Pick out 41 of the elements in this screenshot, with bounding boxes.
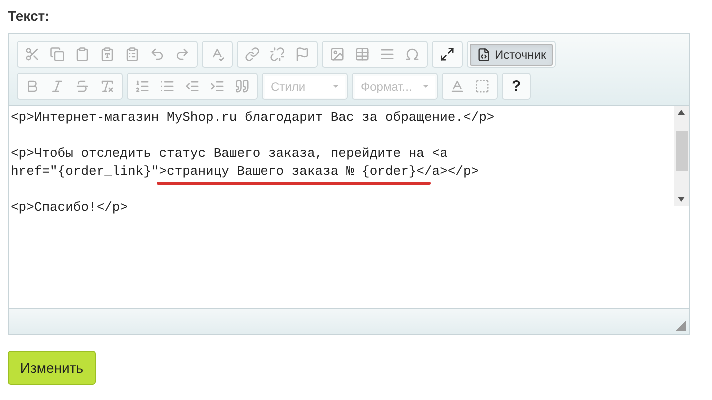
remove-format-icon — [100, 79, 115, 94]
horizontal-lines-icon — [380, 47, 395, 62]
code-line: <p>Интернет-магазин MyShop.ru благодарит Вас за обращение.</p> — [11, 109, 495, 127]
italic-icon — [50, 79, 65, 94]
quote-icon — [235, 79, 250, 94]
source-button[interactable]: Источник — [470, 44, 554, 66]
strikethrough-icon — [75, 79, 90, 94]
submit-button[interactable]: Изменить — [8, 351, 96, 385]
bullet-list-icon — [160, 79, 175, 94]
scissors-icon — [25, 47, 40, 62]
scroll-down-icon[interactable] — [678, 197, 685, 202]
redo-icon — [175, 47, 190, 62]
help-button[interactable]: ? — [505, 76, 528, 98]
source-icon — [477, 48, 491, 62]
caret-icon — [333, 85, 339, 88]
numbered-list-icon — [135, 79, 150, 94]
source-textarea[interactable]: <p>Интернет-магазин MyShop.ru благодарит Вас за обращение.</p> <p>Чтобы отследить статус Вашего заказа, перейдите на <a href="{order_link}">страницу Вашего заказа № {order}</a></p> <p>Спасибо!</p> — [9, 106, 674, 308]
code-line: <p>Чтобы отследить статус Вашего заказа, перейдите на <a — [11, 145, 448, 163]
image-icon — [330, 47, 345, 62]
bold-icon — [25, 79, 40, 94]
undo-icon — [150, 47, 165, 62]
flag-icon — [295, 47, 310, 62]
paste-text-icon — [100, 47, 115, 62]
table-icon — [355, 47, 370, 62]
indent-icon — [210, 79, 225, 94]
caret-icon — [423, 85, 429, 88]
maximize-icon — [440, 47, 455, 62]
code-line: href="{order_link}">страницу Вашего заказа № {order}</a></p> — [11, 163, 480, 181]
unlink-icon — [270, 47, 285, 62]
link-icon — [245, 47, 260, 62]
text-color-icon — [450, 79, 465, 94]
code-line: <p>Спасибо!</p> — [11, 199, 128, 217]
copy-icon — [50, 47, 65, 62]
outdent-icon — [185, 79, 200, 94]
spellcheck-icon — [210, 47, 225, 62]
scroll-up-icon[interactable] — [678, 110, 685, 115]
field-label: Текст: — [8, 7, 50, 26]
paste-icon — [75, 47, 90, 62]
omega-icon — [405, 47, 420, 62]
scrollbar-thumb[interactable] — [676, 131, 688, 171]
resize-grip-icon[interactable] — [676, 321, 686, 331]
